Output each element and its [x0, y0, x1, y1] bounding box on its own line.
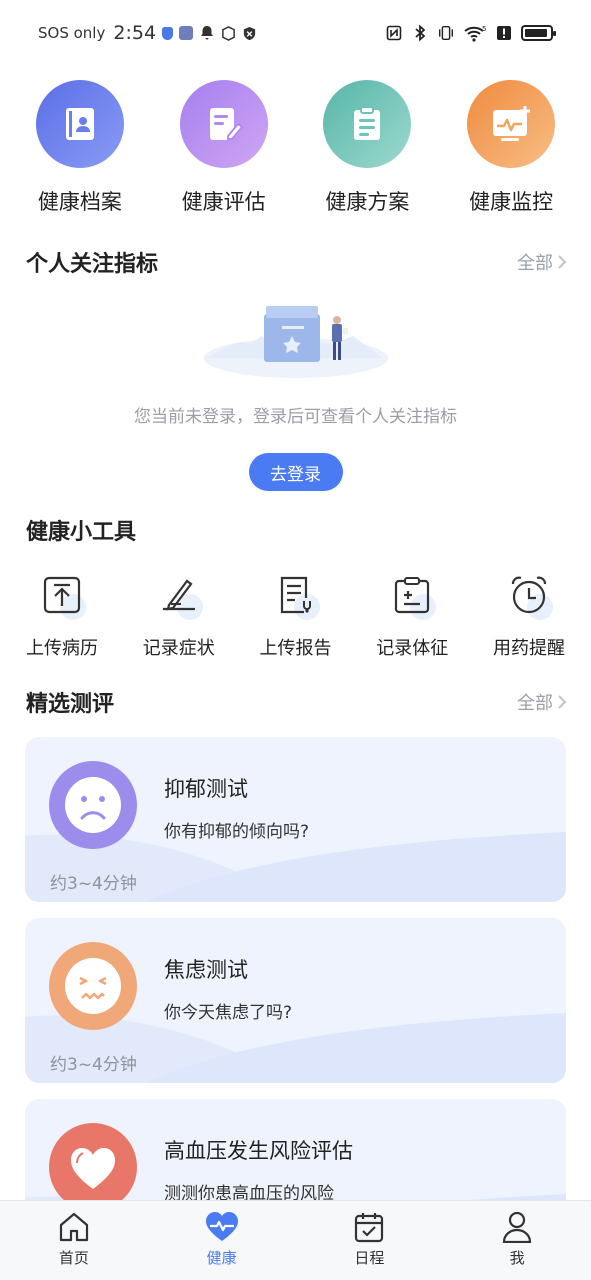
- tab-me[interactable]: 我: [457, 1201, 577, 1280]
- profile-card-icon: [35, 80, 124, 168]
- assessment-card-depression[interactable]: 抑郁测试 你有抑郁的倾向吗? 约3~4分钟: [25, 737, 566, 902]
- assessment-title: 抑郁测试: [164, 777, 248, 801]
- service-health-plan[interactable]: 健康方案: [297, 80, 437, 216]
- shield-icon: [162, 26, 174, 40]
- service-label: 健康方案: [325, 190, 410, 214]
- upload-record-icon: [43, 576, 81, 614]
- battery-icon: [521, 25, 556, 41]
- tool-label: 上传病历: [26, 638, 98, 659]
- assessment-subtitle: 你有抑郁的倾向吗?: [164, 822, 310, 842]
- tool-medication-reminder[interactable]: 用药提醒: [471, 570, 587, 660]
- carrier-label: SOS only: [38, 24, 106, 42]
- chevron-right-icon: [558, 255, 567, 269]
- tool-label: 上传报告: [259, 638, 332, 659]
- tool-record-vitals[interactable]: 记录体征: [354, 570, 470, 660]
- security-icon: [243, 26, 256, 40]
- tools-section-header: 健康小工具: [26, 514, 567, 546]
- health-tools: 上传病历 记录症状 上传报告 记录体征 用药提醒: [4, 570, 587, 660]
- tab-label: 日程: [354, 1249, 385, 1267]
- calendar-icon: [355, 1213, 384, 1243]
- service-health-monitor[interactable]: 健康监控: [441, 80, 581, 216]
- empty-message: 您当前未登录，登录后可查看个人关注指标: [134, 407, 457, 427]
- alert-icon: [495, 24, 513, 42]
- focus-empty-state: 您当前未登录，登录后可查看个人关注指标 去登录: [0, 296, 591, 491]
- vibrate-icon: [437, 24, 455, 42]
- tab-health[interactable]: 健康: [162, 1201, 282, 1280]
- assessment-title: 焦虑测试: [164, 958, 248, 982]
- home-icon: [59, 1212, 88, 1242]
- bell-icon: [201, 26, 214, 40]
- tab-label: 我: [509, 1249, 525, 1267]
- assessment-title: 高血压发生风险评估: [164, 1139, 353, 1163]
- person-icon: [503, 1211, 532, 1243]
- tool-record-symptom[interactable]: 记录症状: [121, 570, 237, 660]
- service-label: 健康监控: [469, 190, 554, 214]
- more-label: 全部: [517, 693, 553, 714]
- focus-section-header: 个人关注指标 全部: [26, 246, 567, 278]
- tab-schedule[interactable]: 日程: [309, 1201, 429, 1280]
- empty-box-illustration: [203, 306, 388, 378]
- anxious-face-icon: [49, 942, 137, 1030]
- section-title: 健康小工具: [26, 520, 137, 545]
- tool-upload-report[interactable]: 上传报告: [238, 570, 354, 660]
- assessment-card-anxiety[interactable]: 焦虑测试 你今天焦虑了吗? 约3~4分钟: [25, 918, 566, 1083]
- heart-icon: [49, 1123, 137, 1211]
- assessment-duration: 约3~4分钟: [50, 874, 137, 894]
- login-button[interactable]: 去登录: [248, 453, 343, 491]
- clock: 2:54: [113, 22, 157, 44]
- report-icon: [280, 576, 311, 614]
- wifi-icon: 5G: [463, 24, 487, 42]
- assessments-section-header: 精选测评 全部: [26, 686, 567, 718]
- monitor-pulse-icon: [467, 80, 556, 168]
- tab-home[interactable]: 首页: [14, 1201, 134, 1280]
- edit-document-icon: [179, 80, 268, 168]
- bottom-tab-bar: 首页 健康 日程 我: [0, 1200, 591, 1280]
- health-services: 健康档案 健康评估 健康方案 健康监控: [0, 80, 591, 216]
- clipboard-plan-icon: [323, 80, 412, 168]
- sad-face-icon: [49, 761, 137, 849]
- tool-label: 记录症状: [142, 638, 215, 659]
- chevron-right-icon: [558, 695, 567, 709]
- tab-label: 首页: [58, 1249, 89, 1267]
- service-health-assessment[interactable]: 健康评估: [154, 80, 294, 216]
- nfc-icon: [385, 24, 403, 42]
- tab-label: 健康: [206, 1249, 237, 1267]
- tool-label: 记录体征: [376, 638, 449, 659]
- service-label: 健康评估: [181, 190, 266, 214]
- tool-label: 用药提醒: [493, 638, 565, 659]
- network-type: 5G: [482, 25, 487, 33]
- section-title: 精选测评: [26, 692, 115, 717]
- alarm-clock-icon: [511, 576, 547, 614]
- section-title: 个人关注指标: [26, 252, 159, 277]
- assessment-subtitle: 你今天焦虑了吗?: [164, 1003, 293, 1023]
- pen-record-icon: [162, 579, 195, 611]
- vital-signs-icon: [395, 577, 430, 614]
- health-heart-icon: [205, 1212, 238, 1241]
- package-icon: [222, 25, 235, 41]
- service-health-record[interactable]: 健康档案: [10, 80, 150, 216]
- focus-more-link[interactable]: 全部: [517, 249, 567, 275]
- service-label: 健康档案: [37, 190, 122, 214]
- status-bar: SOS only 2:54 5G: [0, 0, 591, 66]
- app-icon: [179, 26, 194, 40]
- tool-upload-record[interactable]: 上传病历: [4, 570, 120, 660]
- bluetooth-icon: [411, 24, 429, 42]
- assessments-more-link[interactable]: 全部: [517, 689, 567, 715]
- more-label: 全部: [517, 253, 553, 274]
- assessment-duration: 约3~4分钟: [50, 1055, 137, 1075]
